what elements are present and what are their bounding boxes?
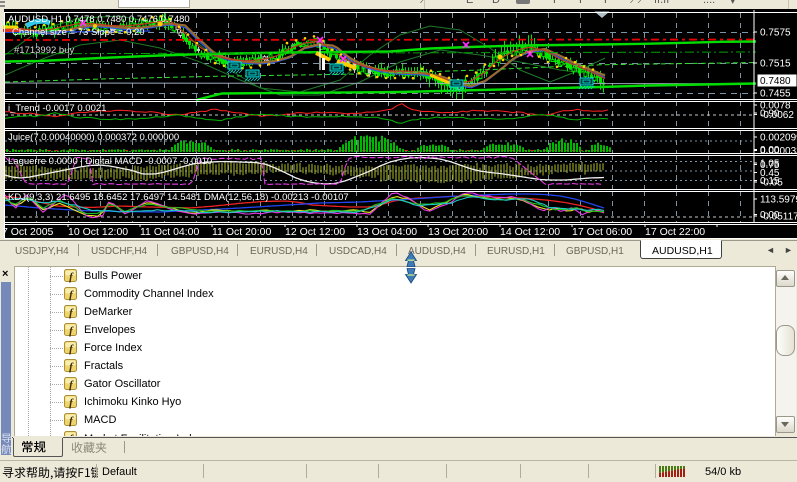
svg-text:Laguerre 0.0000 | Digital MACD: Laguerre 0.0000 | Digital MACD -0.0007 -… — [8, 156, 212, 167]
svg-text:14 Oct 12:00: 14 Oct 12:00 — [500, 226, 560, 238]
svg-text:0.7515: 0.7515 — [760, 59, 791, 70]
svg-text:i_Trend -0.0017 0.0021: i_Trend -0.0017 0.0021 — [8, 103, 106, 114]
svg-text:0.7480: 0.7480 — [760, 76, 791, 87]
svg-text:13 Oct 04:00: 13 Oct 04:00 — [357, 226, 417, 238]
svg-text:113.5979: 113.5979 — [760, 195, 797, 206]
svg-text:17 Oct 06:00: 17 Oct 06:00 — [572, 226, 632, 238]
svg-text:11 Oct 04:00: 11 Oct 04:00 — [140, 226, 200, 238]
svg-text:#1713992 buy: #1713992 buy — [14, 45, 74, 56]
svg-text:13 Oct 20:00: 13 Oct 20:00 — [428, 226, 488, 238]
svg-text:0.000033: 0.000033 — [760, 146, 797, 157]
svg-text:0.002099: 0.002099 — [760, 133, 797, 144]
svg-text:Channel size = 73 Slope = 0.20: Channel size = 73 Slope = 0.20 — [12, 27, 145, 38]
svg-text:Juice(7,0.00040000) 0.000372 0: Juice(7,0.00040000) 0.000372 0.000000 — [8, 132, 179, 143]
svg-text:0.7575: 0.7575 — [760, 28, 791, 39]
svg-text:-0.05: -0.05 — [760, 178, 783, 189]
svg-text:17 Oct 22:00: 17 Oct 22:00 — [645, 226, 705, 238]
svg-text:0.7455: 0.7455 — [760, 89, 791, 100]
svg-text:-0.0062: -0.0062 — [760, 110, 794, 121]
svg-text:11 Oct 20:00: 11 Oct 20:00 — [212, 226, 272, 238]
svg-text:-0.05117: -0.05117 — [760, 212, 797, 223]
svg-text:KDJ(9,3,3) 21.6495 18.6452 17.: KDJ(9,3,3) 21.6495 18.6452 17.6497 14.54… — [8, 192, 349, 203]
svg-text:12 Oct 12:00: 12 Oct 12:00 — [285, 226, 345, 238]
svg-text:7 Oct 2005: 7 Oct 2005 — [2, 226, 54, 238]
svg-text:AUDUSD,H1 0.7478 0.7480 0.747: AUDUSD,H1 0.7478 0.7480 0.7476 0.7480 — [8, 14, 190, 25]
svg-text:10 Oct 12:00: 10 Oct 12:00 — [68, 226, 128, 238]
